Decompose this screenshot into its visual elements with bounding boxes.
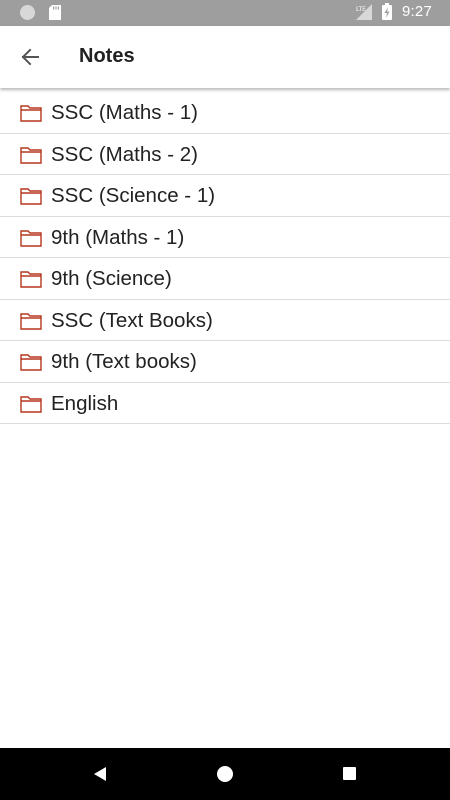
status-left: [20, 5, 61, 20]
list-item[interactable]: SSC (Text Books): [0, 300, 450, 341]
list-item[interactable]: 9th (Science): [0, 258, 450, 300]
notes-list: SSC (Maths - 1) SSC (Maths - 2) SSC (Sci…: [0, 92, 450, 424]
list-item-label: 9th (Science): [51, 267, 172, 290]
folder-icon: [20, 146, 42, 164]
nav-back-icon[interactable]: [92, 766, 108, 782]
list-item-label: 9th (Maths - 1): [51, 225, 185, 249]
list-item[interactable]: SSC (Maths - 1): [0, 92, 450, 134]
list-item[interactable]: 9th (Text books): [0, 341, 450, 383]
list-item[interactable]: SSC (Science - 1): [0, 175, 450, 217]
screen: LTE 9:27 Notes SSC (Maths - 1) SSC (Math…: [0, 0, 450, 800]
folder-icon: [20, 395, 42, 413]
list-item[interactable]: English: [0, 383, 450, 424]
list-item-label: SSC (Maths - 1): [51, 101, 198, 124]
folder-icon: [20, 354, 42, 371]
arrow-back-icon: [21, 48, 39, 66]
list-item[interactable]: SSC (Maths - 2): [0, 134, 450, 175]
battery-charging-icon: [382, 3, 392, 20]
list-item[interactable]: 9th (Maths - 1): [0, 217, 450, 258]
svg-text:LTE: LTE: [356, 6, 366, 13]
status-time: 9:27: [402, 3, 432, 20]
sd-card-icon: [49, 5, 61, 20]
status-right: LTE 9:27: [356, 3, 432, 20]
folder-icon: [20, 271, 42, 288]
nav-recents-icon[interactable]: [343, 767, 356, 780]
folder-icon: [20, 312, 42, 330]
nav-home-icon[interactable]: [217, 766, 233, 782]
list-item-label: SSC (Science - 1): [51, 184, 216, 207]
status-bar: LTE 9:27: [0, 0, 450, 26]
folder-icon: [20, 105, 42, 122]
app-bar: Notes: [0, 26, 450, 88]
lte-signal-icon: LTE: [356, 3, 372, 20]
folder-icon: [20, 229, 42, 247]
navigation-bar: [0, 748, 450, 800]
page-title: Notes: [79, 45, 135, 67]
list-item-label: English: [51, 391, 119, 415]
back-button[interactable]: [14, 41, 46, 73]
list-item-label: SSC (Text Books): [51, 308, 213, 332]
folder-icon: [20, 188, 42, 205]
list-item-label: SSC (Maths - 2): [51, 142, 198, 166]
notification-dot-icon: [20, 5, 35, 20]
list-item-label: 9th (Text books): [51, 350, 197, 373]
